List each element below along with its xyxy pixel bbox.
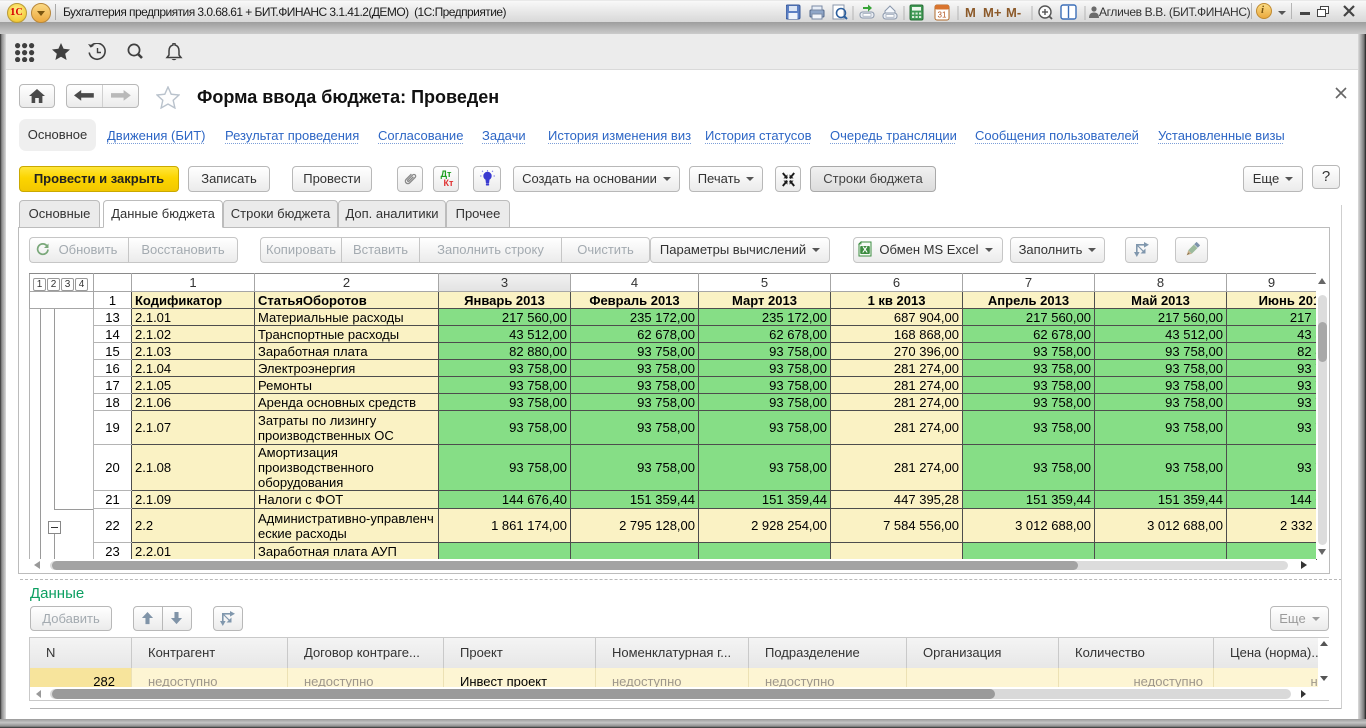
svg-text:M-: M- bbox=[1006, 5, 1021, 20]
svg-text:X: X bbox=[862, 245, 868, 255]
svg-text:M: M bbox=[965, 5, 976, 20]
svg-text:M+: M+ bbox=[983, 5, 1002, 20]
svg-text:31: 31 bbox=[938, 11, 947, 20]
